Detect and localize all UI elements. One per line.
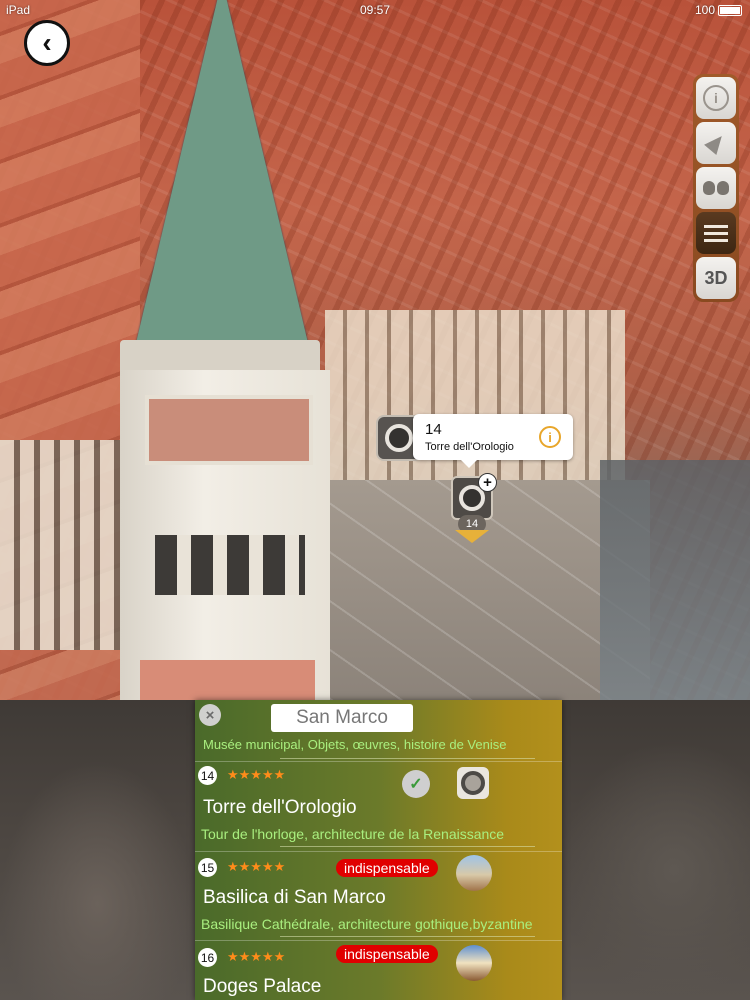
bell-tower (120, 0, 335, 700)
item-number-badge: 16 (198, 948, 217, 967)
status-bar: iPad 09:57 100 (0, 0, 750, 20)
item-name: Doges Palace (203, 976, 322, 997)
item-number-badge: 15 (198, 858, 217, 877)
battery-percent: 100 (694, 3, 715, 17)
blurred-background-left (0, 760, 195, 1000)
rating-stars: ★★★★★ (227, 767, 286, 782)
marker-plus-icon[interactable]: + (478, 473, 497, 492)
panel-title: San Marco (271, 704, 413, 732)
3d-button[interactable]: 3D (696, 257, 736, 299)
indispensable-badge: indispensable (336, 859, 438, 877)
row-divider (280, 936, 535, 937)
menu-icon (704, 221, 728, 246)
list-item-subtitle: Musée municipal, Objets, œuvres, histoir… (203, 737, 507, 752)
map-toolbar: i 3D (693, 74, 739, 302)
rating-stars: ★★★★★ (227, 859, 286, 874)
item-number-badge: 14 (198, 766, 217, 785)
row-divider (195, 761, 562, 762)
callout-info-icon[interactable]: i (539, 426, 561, 448)
map-building-right (600, 460, 750, 700)
battery-icon (718, 5, 742, 17)
item-camera-icon (457, 767, 489, 799)
marker-chevron-icon (455, 530, 489, 543)
info-button[interactable]: i (696, 77, 736, 119)
item-name: Torre dell'Orologio (203, 797, 357, 818)
navigation-arrow-icon (704, 130, 728, 156)
visited-check-icon[interactable]: ✓ (402, 770, 430, 798)
tower-spire (132, 0, 312, 360)
binoculars-button[interactable] (696, 167, 736, 209)
tower-panel (145, 395, 313, 465)
item-name: Basilica di San Marco (203, 887, 386, 908)
places-list-panel[interactable]: × San Marco Musée municipal, Objets, œuv… (195, 700, 562, 1000)
row-divider (280, 846, 535, 847)
callout-name: Torre dell'Orologio (425, 441, 514, 453)
close-icon[interactable]: × (199, 704, 221, 726)
binoculars-icon (703, 181, 729, 195)
indispensable-badge: indispensable (336, 945, 438, 963)
map-callout[interactable]: 14 Torre dell'Orologio i (413, 414, 573, 468)
status-time: 09:57 (359, 3, 391, 17)
blurred-background-right (560, 740, 750, 1000)
locate-button[interactable] (696, 122, 736, 164)
tower-base (140, 660, 315, 700)
list-button[interactable] (696, 212, 736, 254)
tower-belfry (155, 535, 305, 595)
rating-stars: ★★★★★ (227, 949, 286, 964)
chevron-left-icon: ‹ (42, 27, 52, 58)
map-building-left (0, 440, 140, 650)
item-photo-thumbnail (456, 945, 492, 981)
row-divider (195, 940, 562, 941)
map-view[interactable] (0, 0, 750, 700)
item-subtitle: Basilique Cathédrale, architecture gothi… (201, 916, 533, 932)
info-icon: i (703, 85, 729, 111)
3d-icon: 3D (704, 267, 728, 288)
item-photo-thumbnail (456, 855, 492, 891)
battery-indicator: 100 (695, 3, 742, 17)
row-divider (280, 758, 535, 759)
item-subtitle: Tour de l'horloge, architecture de la Re… (201, 826, 505, 842)
row-divider (195, 851, 562, 852)
back-button[interactable]: ‹ (24, 20, 70, 66)
callout-number: 14 (425, 421, 442, 438)
